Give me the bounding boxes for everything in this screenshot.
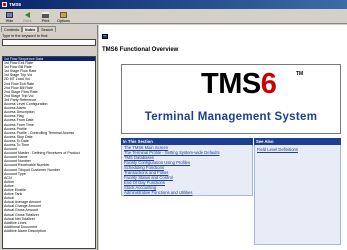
options-button[interactable]: Options [56,9,71,23]
logo-brand-number: 6 [260,68,277,100]
collapse-toggle-button[interactable]: − [102,34,108,39]
see-also-links: Field Level Definitions [254,145,341,245]
navigation-pane: Contents Index Search Type in the keywor… [0,25,98,250]
options-icon [60,12,67,18]
back-button[interactable]: Back [20,9,35,23]
tab-contents[interactable]: Contents [1,26,23,32]
tms6-logo: TMS6 TM Terminal Management System [121,64,341,134]
keyword-prompt: Type in the keyword to find: [2,34,49,38]
options-button-label: Options [56,19,71,23]
logo-subtitle: Terminal Management System [144,111,318,123]
hide-button-label: Hide [5,19,14,23]
minus-icon: − [103,33,107,39]
see-also-heading: See Also [254,138,341,145]
content-header: − TMS6 Functional Overview [99,25,347,58]
logo-brand: TMS6 [201,68,277,101]
index-list[interactable]: 1st Flow Sequence Data 1st Flow Exit Rate… [2,56,96,249]
back-arrow-icon [25,12,30,18]
logo-trademark: TM [296,71,304,77]
app-icon [2,2,7,7]
logo-brand-letters: TMS [201,68,261,100]
index-list-item[interactable]: Additive Alarm Description [3,229,95,233]
window-title: TMS6 [9,2,22,7]
page-title: TMS6 Functional Overview [102,47,179,53]
print-button[interactable]: Print [38,9,53,23]
see-also-link[interactable]: Field Level Definitions [255,147,340,152]
content-body: TMS6 TM Terminal Management System In Th… [99,58,347,250]
toolbar: Hide Back Print Options [0,9,347,24]
tab-search[interactable]: Search [38,26,57,32]
print-button-label: Print [41,19,50,23]
see-also-panel: See Also Field Level Definitions [254,138,341,245]
in-this-section-heading: In This Section [121,138,253,145]
tab-index[interactable]: Index [22,26,39,32]
back-button-label: Back [23,19,32,23]
nav-tabs: Contents Index Search [0,25,97,32]
content-pane: − TMS6 Functional Overview TMS6 TM Termi… [99,25,347,250]
in-this-section-panel: In This Section The TMS6 Main Screen The … [121,138,253,196]
section-link[interactable]: Administrative Functions and Utilities [122,190,252,195]
in-this-section-links: The TMS6 Main Screen The Terminal Profile… [121,145,253,196]
printer-icon [42,12,49,18]
hide-icon [6,12,13,18]
section-table: In This Section The TMS6 Main Screen The … [121,138,341,248]
keyword-search-input[interactable] [2,39,96,46]
window-title-bar[interactable]: TMS6 [0,0,347,9]
hide-button[interactable]: Hide [2,9,17,23]
